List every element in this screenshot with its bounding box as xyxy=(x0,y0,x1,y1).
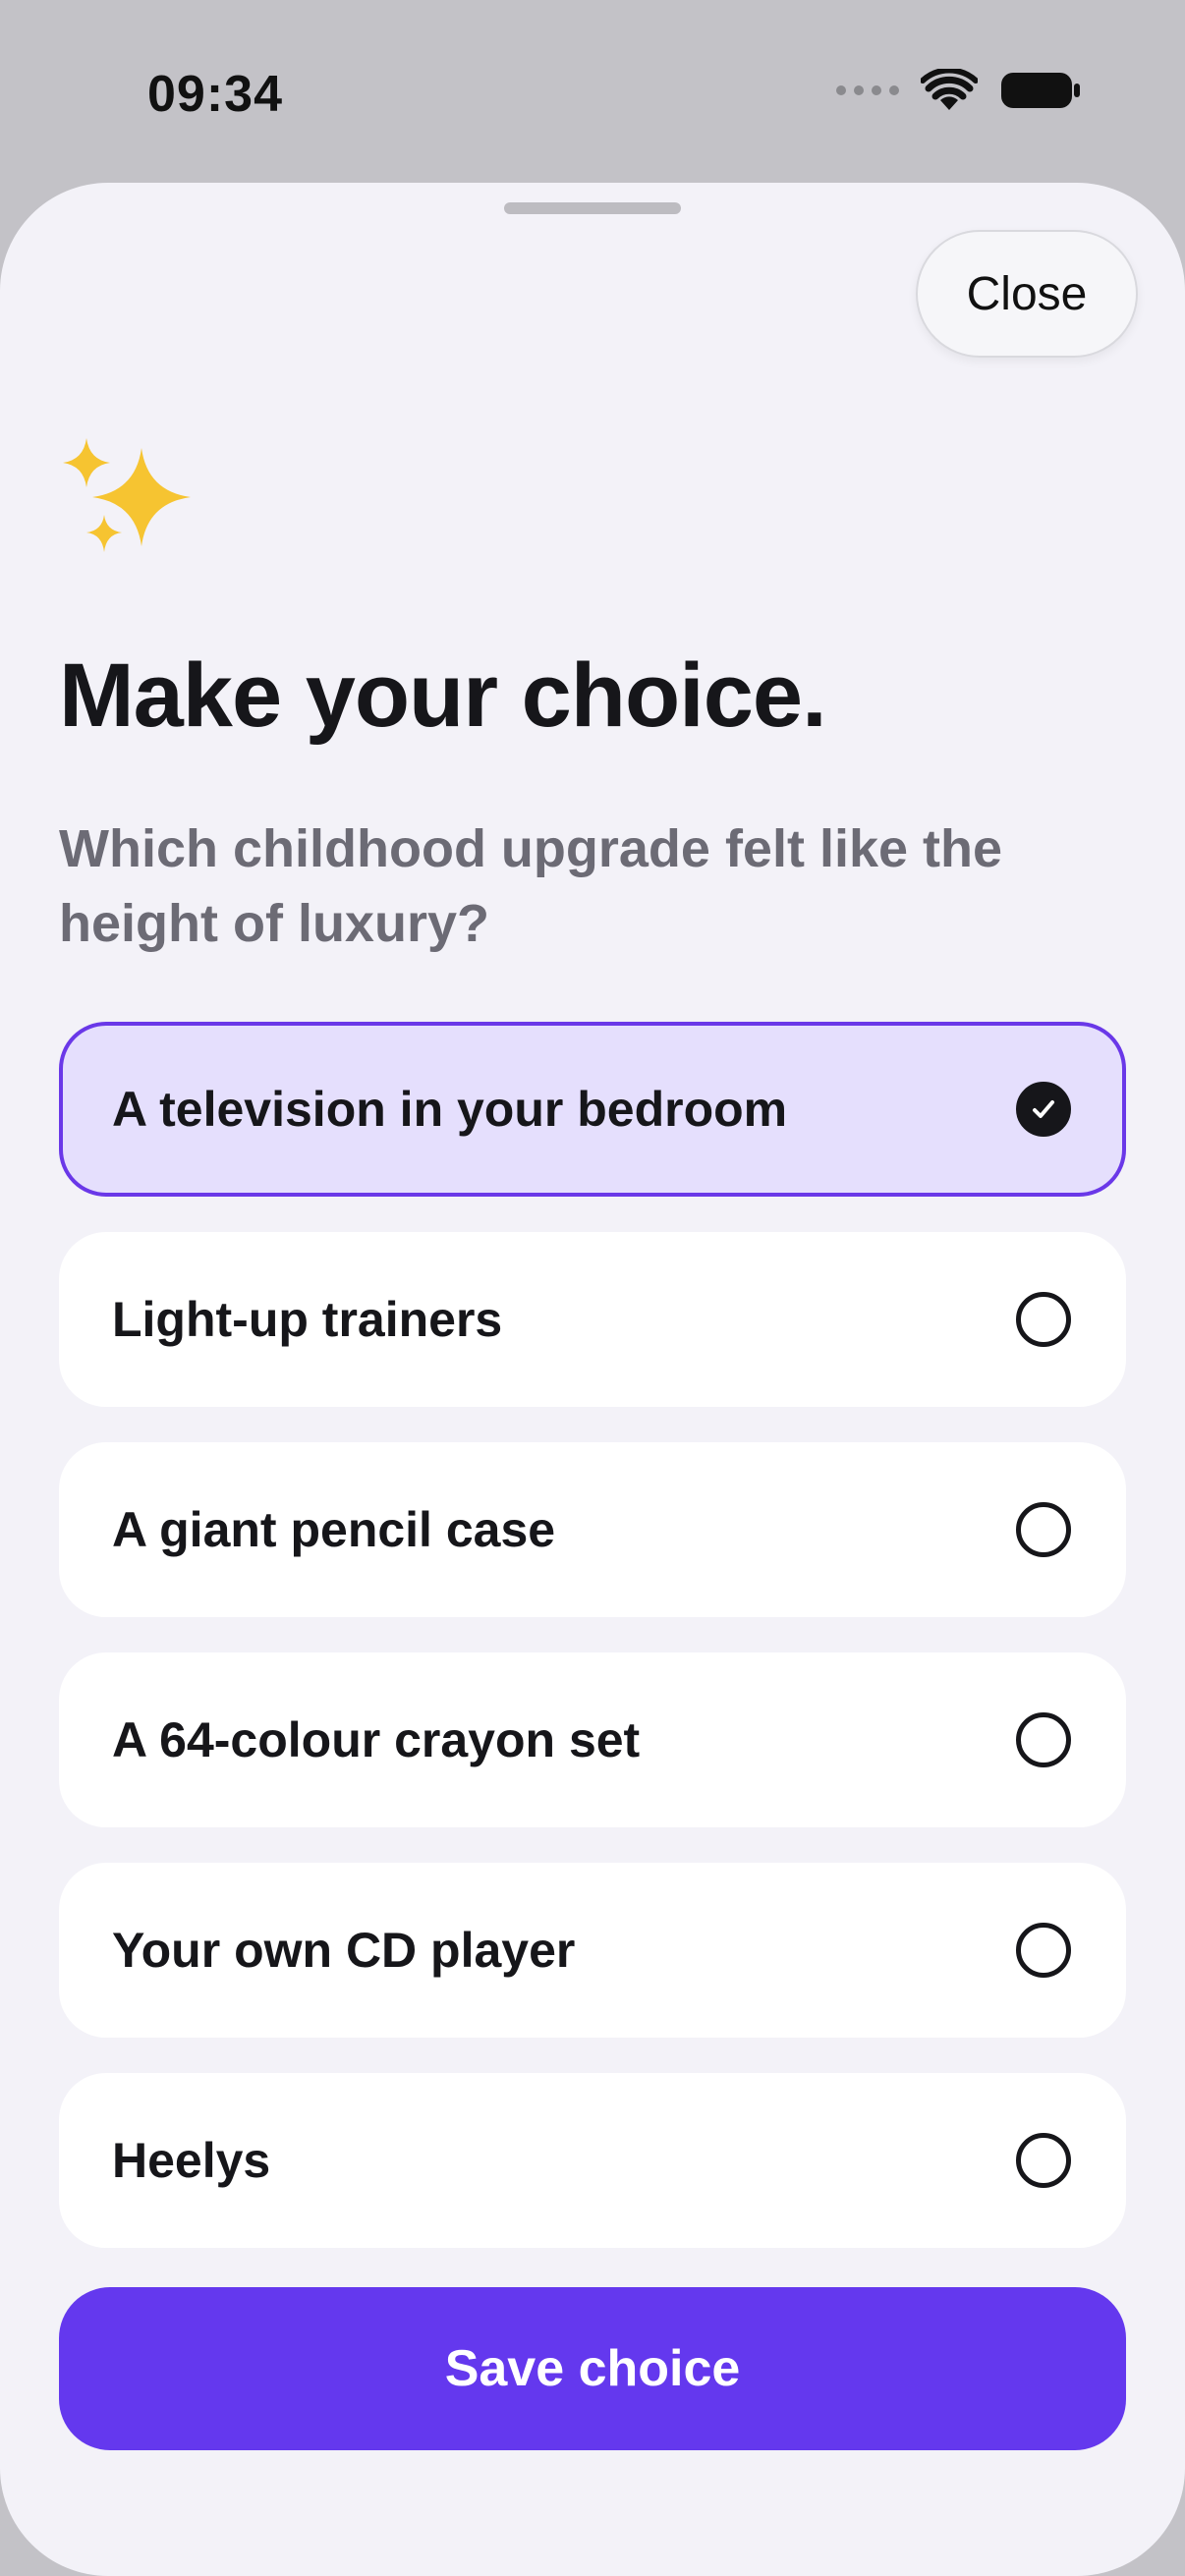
status-icons xyxy=(836,69,1082,112)
option-label: Your own CD player xyxy=(112,1923,576,1978)
question-text: Which childhood upgrade felt like the he… xyxy=(59,819,1003,953)
radio-empty-icon xyxy=(1016,1292,1071,1347)
battery-icon xyxy=(1001,73,1080,108)
page-title: Make your choice. xyxy=(59,645,827,746)
close-button[interactable]: Close xyxy=(916,230,1138,358)
option-label: A giant pencil case xyxy=(112,1502,556,1557)
choice-sheet: Close Make your choice. Which childhood … xyxy=(0,183,1185,2576)
option-label: Heelys xyxy=(112,2133,271,2188)
option-item[interactable]: Heelys xyxy=(59,2073,1126,2248)
radio-empty-icon xyxy=(1016,2133,1071,2188)
option-label: A 64-colour crayon set xyxy=(112,1712,641,1767)
radio-empty-icon xyxy=(1016,1502,1071,1557)
option-item[interactable]: A 64-colour crayon set xyxy=(59,1652,1126,1827)
save-choice-button[interactable]: Save choice xyxy=(59,2287,1126,2450)
sparkles-icon xyxy=(63,438,191,552)
wifi-icon xyxy=(921,69,978,110)
option-item[interactable]: Your own CD player xyxy=(59,1863,1126,2038)
radio-empty-icon xyxy=(1016,1923,1071,1978)
option-label: A television in your bedroom xyxy=(112,1082,788,1137)
radio-checked-icon xyxy=(1016,1082,1071,1137)
option-item[interactable]: A television in your bedroom xyxy=(59,1022,1126,1197)
option-item[interactable]: A giant pencil case xyxy=(59,1442,1126,1617)
status-time: 09:34 xyxy=(147,66,283,123)
sheet-grabber[interactable] xyxy=(504,202,681,214)
status-bar: 09:34 xyxy=(0,0,1185,187)
cellular-signal-icon xyxy=(836,85,899,95)
radio-empty-icon xyxy=(1016,1712,1071,1767)
option-item[interactable]: Light-up trainers xyxy=(59,1232,1126,1407)
option-label: Light-up trainers xyxy=(112,1292,503,1347)
